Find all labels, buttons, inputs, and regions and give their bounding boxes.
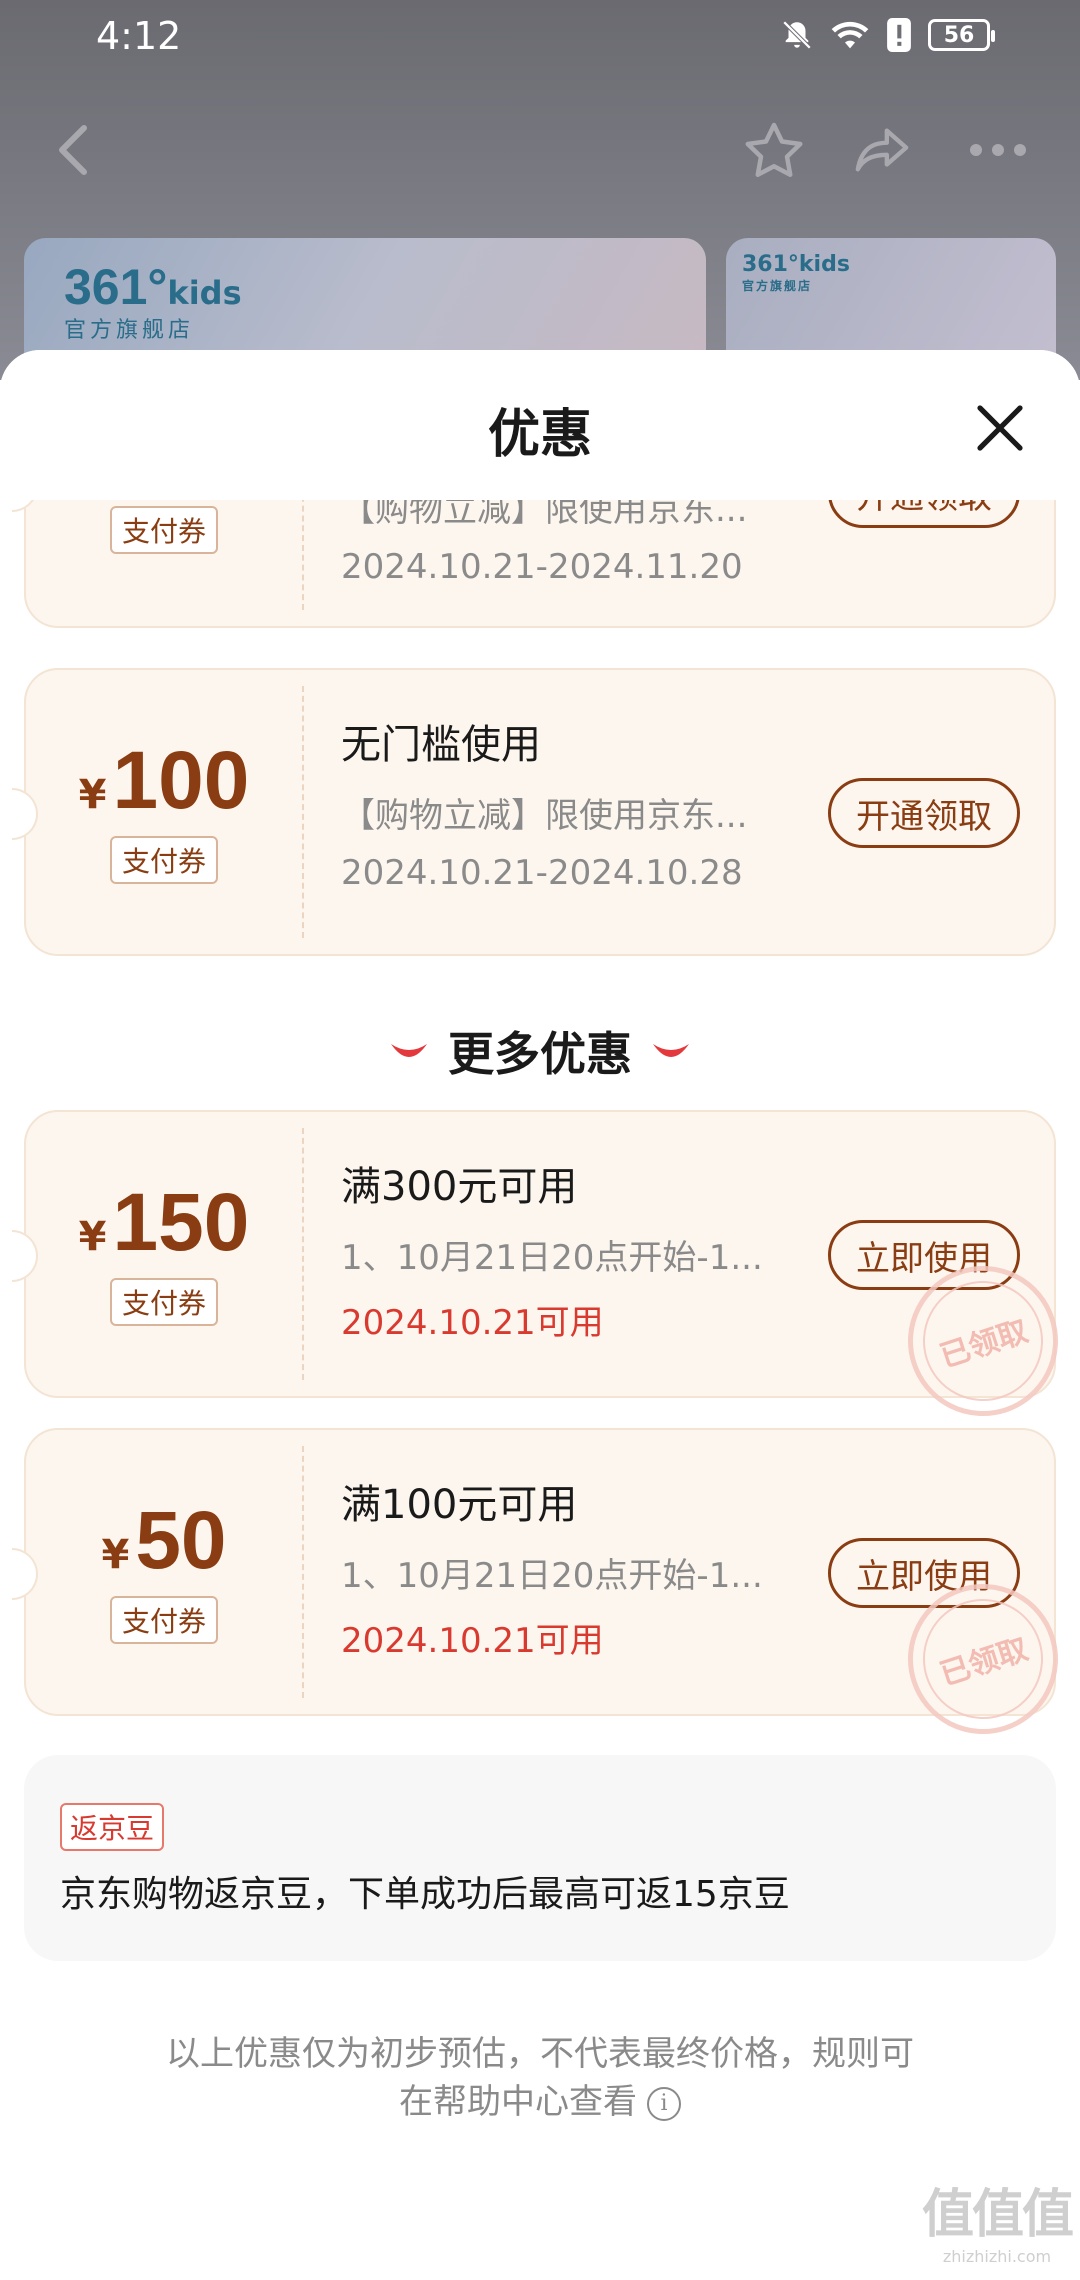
info-icon[interactable]: i — [647, 2086, 681, 2121]
wifi-icon — [831, 21, 869, 49]
coupon-title: 满100元可用 — [341, 1482, 578, 1528]
coupon-amount: ¥ 100 — [78, 735, 250, 826]
sheet-title: 优惠 — [487, 405, 592, 465]
coupon-title: 无门槛使用 — [341, 722, 541, 768]
discount-sheet: 支付券 【购物立减】限使用京东... 2024.10.21-2024.11.20… — [0, 350, 1080, 2280]
watermark: 值值值 zhizhizhi.com — [921, 2185, 1074, 2266]
coupon-card: ¥ 100 支付券 无门槛使用 【购物立减】限使用京东... 2024.10.2… — [12, 668, 1056, 956]
status-time: 4:12 — [96, 14, 182, 58]
disclaimer: 以上优惠仅为初步预估，不代表最终价格，规则可 在帮助中心查看 i — [166, 2034, 914, 2122]
coupon-type-tag: 支付券 — [109, 836, 218, 884]
more-icon[interactable] — [958, 110, 1038, 190]
coupon-card: ¥ 50 支付券 满100元可用 1、10月21日20点开始-1... 2024… — [12, 1428, 1078, 1754]
coupon-date: 2024.10.21可用 — [341, 1621, 604, 1661]
status-bar: 4:12 56 — [0, 0, 1080, 72]
nav-bar — [0, 110, 1080, 190]
coupon-title: 满300元可用 — [341, 1164, 578, 1210]
coupon-desc: 1、10月21日20点开始-1... — [341, 1556, 763, 1596]
coupon-card: ¥ 150 支付券 满300元可用 1、10月21日20点开始-1... 202… — [12, 1110, 1078, 1436]
brand-logo-small: 361°kids 官方旗舰店 — [742, 252, 850, 293]
bell-off-icon — [782, 20, 812, 50]
back-icon[interactable] — [34, 110, 114, 190]
coupon-date: 2024.10.21可用 — [341, 1303, 604, 1343]
sheet-header: 优惠 — [0, 350, 1080, 500]
jd-beans-box: 返京豆 京东购物返京豆，下单成功后最高可返15京豆 — [24, 1755, 1056, 1961]
star-icon[interactable] — [734, 110, 814, 190]
coupon-type-tag: 支付券 — [109, 506, 218, 554]
coupon-type-tag: 支付券 — [109, 1278, 218, 1326]
smile-icon — [653, 1044, 689, 1057]
claim-button[interactable]: 开通领取 — [828, 778, 1020, 848]
background-page: 4:12 56 361°kids 官方旗舰店 361°kids 官方旗舰店 — [0, 0, 1080, 398]
smile-icon — [391, 1044, 427, 1057]
battery-level: 56 — [943, 22, 975, 48]
more-discounts-heading: 更多优惠 — [0, 1018, 1080, 1084]
coupon-type-tag: 支付券 — [109, 1596, 218, 1644]
coupon-date: 2024.10.21-2024.10.28 — [341, 853, 743, 893]
status-icons: 56 — [780, 18, 995, 52]
coupon-desc: 1、10月21日20点开始-1... — [341, 1238, 763, 1278]
coupon-date: 2024.10.21-2024.11.20 — [341, 547, 743, 587]
battery-icon: 56 — [928, 19, 995, 51]
coupon-desc: 【购物立减】限使用京东... — [341, 796, 748, 836]
jd-beans-text: 京东购物返京豆，下单成功后最高可返15京豆 — [60, 1874, 790, 1915]
alert-icon — [887, 18, 911, 52]
brand-logo: 361°kids 官方旗舰店 — [64, 259, 242, 343]
share-icon[interactable] — [842, 110, 922, 190]
sheet-body: 支付券 【购物立减】限使用京东... 2024.10.21-2024.11.20… — [0, 350, 1080, 2280]
coupon-amount: ¥ 50 — [101, 1495, 227, 1586]
close-icon[interactable] — [964, 392, 1036, 464]
coupon-amount: ¥ 150 — [78, 1177, 250, 1268]
jd-beans-tag: 返京豆 — [60, 1803, 165, 1851]
